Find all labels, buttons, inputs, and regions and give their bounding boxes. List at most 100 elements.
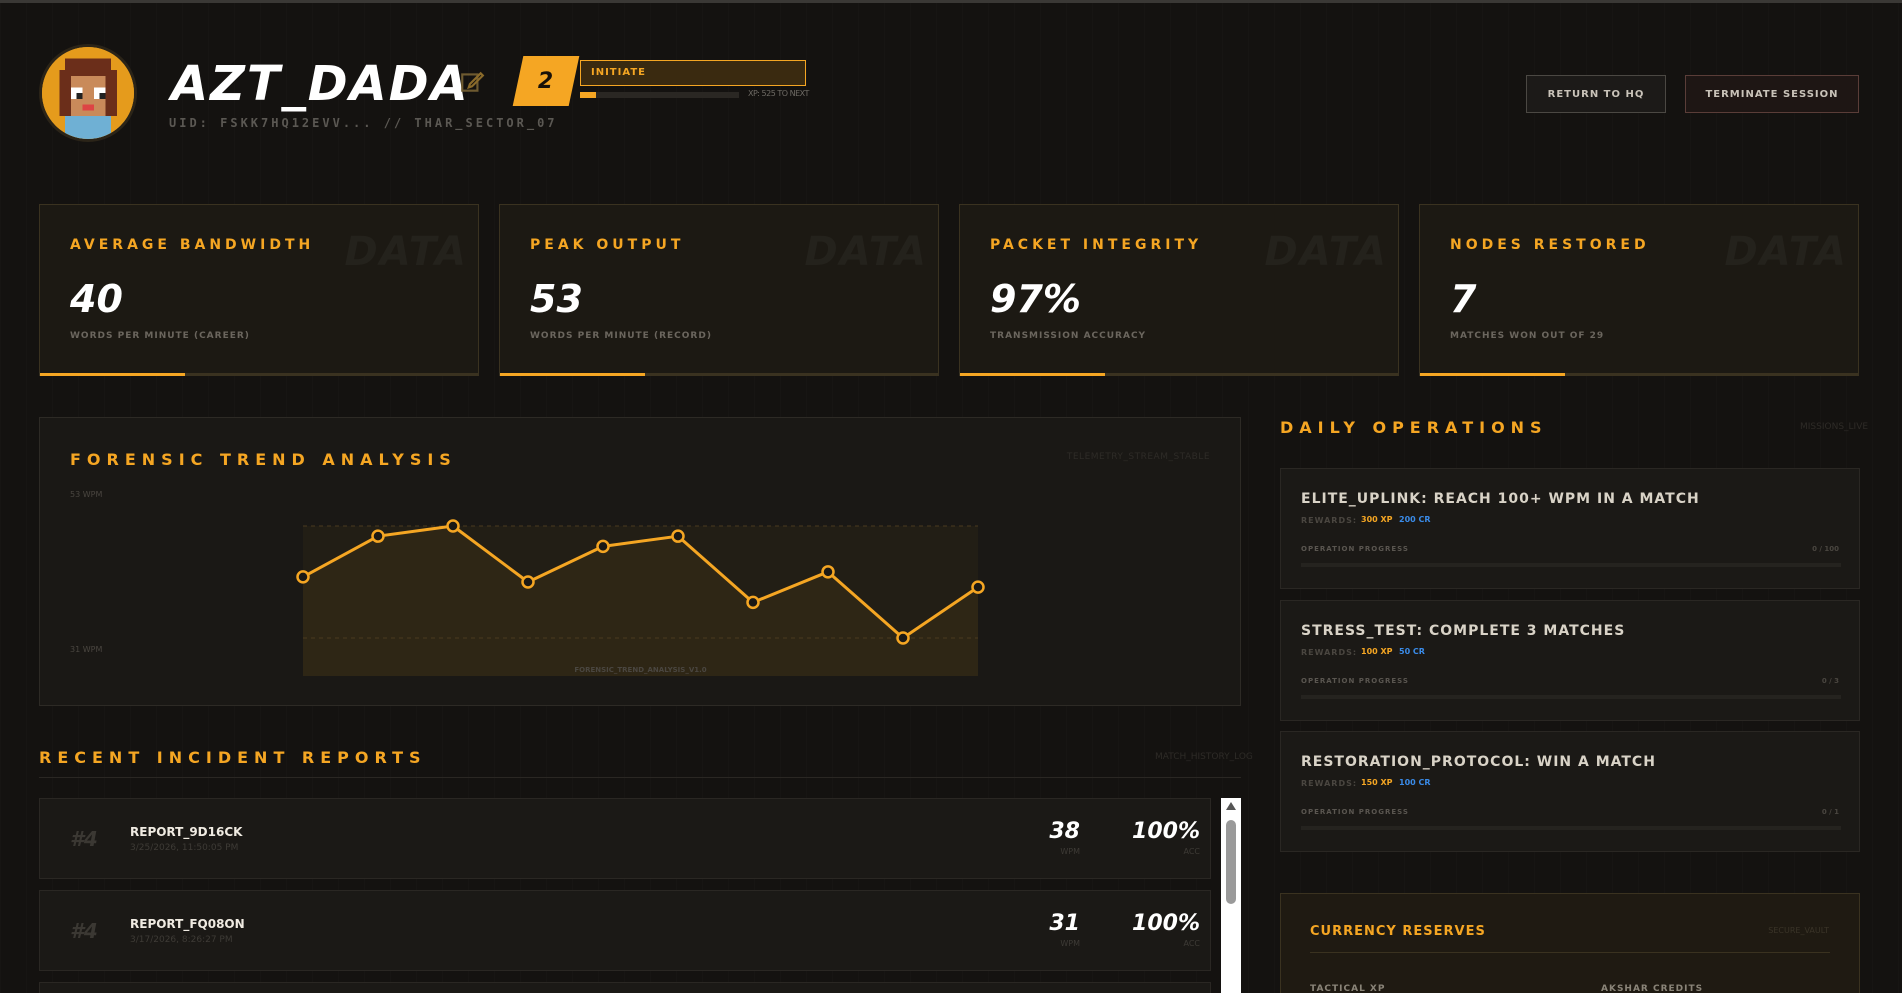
operation-card[interactable]: RESTORATION_PROTOCOL: WIN A MATCH REWARD… (1280, 731, 1860, 852)
card-watermark: DATA (345, 229, 468, 275)
stat-card-average-bandwidth: DATA AVERAGE BANDWIDTH 40 WORDS PER MINU… (39, 204, 479, 376)
report-date: 3/17/2026, 8:26:27 PM (130, 935, 233, 945)
window-top-border (0, 0, 1902, 3)
report-accuracy-label: ACC (1183, 847, 1200, 856)
stat-value: 7 (1450, 277, 1477, 321)
stat-subtitle: WORDS PER MINUTE (RECORD) (530, 331, 712, 341)
stat-subtitle: WORDS PER MINUTE (CAREER) (70, 331, 250, 341)
table-row[interactable]: #4 REPORT_9D16CK 3/25/2026, 11:50:05 PM … (39, 798, 1211, 879)
stat-card-packet-integrity: DATA PACKET INTEGRITY 97% TRANSMISSION A… (959, 204, 1399, 376)
operation-name: RESTORATION_PROTOCOL: WIN A MATCH (1301, 754, 1656, 770)
stat-title: PACKET INTEGRITY (990, 237, 1203, 253)
table-row[interactable] (39, 982, 1211, 993)
report-date: 3/25/2026, 11:50:05 PM (130, 843, 239, 853)
stat-subtitle: MATCHES WON OUT OF 29 (1450, 331, 1605, 341)
currency-tag: SECURE_VAULT (1768, 926, 1829, 935)
progress-label: OPERATION PROGRESS (1301, 677, 1409, 685)
rewards-label: REWARDS: (1301, 516, 1358, 525)
stat-progress-fill (500, 373, 645, 376)
reward-xp: 300 XP (1361, 515, 1393, 524)
card-watermark: DATA (1725, 229, 1848, 275)
akshar-credits-label: AKSHAR CREDITS (1601, 984, 1704, 993)
chart-data-point (521, 575, 535, 589)
daily-operations-tag: MISSIONS_LIVE (1800, 422, 1869, 432)
incident-reports-tag: MATCH_HISTORY_LOG (1155, 752, 1253, 762)
currency-reserves-panel: CURRENCY RESERVES SECURE_VAULT TACTICAL … (1280, 893, 1860, 993)
chart-data-point (746, 595, 760, 610)
progress-label: OPERATION PROGRESS (1301, 808, 1409, 816)
table-row[interactable]: #4 REPORT_FQ08ON 3/17/2026, 8:26:27 PM 3… (39, 890, 1211, 971)
daily-operations-title: DAILY OPERATIONS (1280, 418, 1548, 437)
stat-card-nodes-restored: DATA NODES RESTORED 7 MATCHES WON OUT OF… (1419, 204, 1859, 376)
currency-title: CURRENCY RESERVES (1310, 924, 1486, 939)
chart-y-min-label: 31 WPM (70, 645, 102, 654)
rewards-label: REWARDS: (1301, 648, 1358, 657)
chart-data-point (596, 539, 610, 554)
report-accuracy: 100% (1132, 911, 1200, 936)
report-rank: #4 (70, 827, 98, 851)
stat-title: NODES RESTORED (1450, 237, 1650, 253)
stat-title: PEAK OUTPUT (530, 237, 685, 253)
reward-credits: 50 CR (1399, 647, 1425, 656)
chart-caption: FORENSIC_TREND_ANALYSIS_V1.0 (574, 666, 706, 674)
level-badge: 2 (512, 56, 580, 106)
stat-progress-fill (40, 373, 185, 376)
operation-name: STRESS_TEST: COMPLETE 3 MATCHES (1301, 623, 1626, 639)
player-name: AZT_DADA (171, 56, 470, 112)
report-id: REPORT_9D16CK (130, 825, 243, 839)
operation-card[interactable]: STRESS_TEST: COMPLETE 3 MATCHES REWARDS:… (1280, 600, 1860, 721)
operation-progress-bar (1301, 826, 1841, 830)
reward-credits: 200 CR (1399, 515, 1431, 524)
progress-label: OPERATION PROGRESS (1301, 545, 1409, 553)
terminate-session-button[interactable]: TERMINATE SESSION (1685, 75, 1859, 113)
stat-progress-bar (40, 373, 478, 376)
operation-progress-bar (1301, 695, 1841, 699)
divider (39, 777, 1241, 778)
stat-card-peak-output: DATA PEAK OUTPUT 53 WORDS PER MINUTE (RE… (499, 204, 939, 376)
stat-value: 40 (70, 277, 123, 321)
operation-name: ELITE_UPLINK: REACH 100+ WPM IN A MATCH (1301, 491, 1700, 507)
report-wpm: 38 (1049, 819, 1080, 844)
level-number: 2 (538, 68, 554, 94)
avatar[interactable] (39, 44, 137, 142)
incident-reports-title: RECENT INCIDENT REPORTS (39, 748, 427, 767)
stat-subtitle: TRANSMISSION ACCURACY (990, 331, 1147, 341)
return-to-hq-button[interactable]: RETURN TO HQ (1526, 75, 1666, 113)
report-wpm: 31 (1049, 911, 1080, 936)
profile-header: AZT_DADA UID: FSKK7HQ12EVV... // THAR_SE… (39, 44, 1859, 149)
operation-card[interactable]: ELITE_UPLINK: REACH 100+ WPM IN A MATCH … (1280, 468, 1860, 589)
stat-progress-bar (960, 373, 1398, 376)
trend-chart: 53 WPM 31 WPM FORENSIC_TREND_ANALYSIS_V1.0 (70, 490, 985, 676)
rewards-label: REWARDS: (1301, 779, 1358, 788)
reward-xp: 100 XP (1361, 647, 1393, 656)
chart-y-max-label: 53 WPM (70, 490, 102, 499)
rank-label: INITIATE (580, 60, 806, 86)
chart-data-point (371, 529, 385, 543)
reward-credits: 100 CR (1399, 778, 1431, 787)
progress-value: 0 / 100 (1812, 545, 1839, 553)
xp-progress-fill (580, 92, 596, 98)
report-wpm-label: WPM (1060, 847, 1080, 856)
report-accuracy-label: ACC (1183, 939, 1200, 948)
stat-progress-fill (1420, 373, 1565, 376)
stat-progress-bar (500, 373, 938, 376)
chart-data-point (821, 565, 835, 579)
chart-data-point (671, 529, 685, 543)
pixel-avatar-icon (42, 47, 134, 139)
operation-progress-bar (1301, 563, 1841, 567)
stat-title: AVERAGE BANDWIDTH (70, 237, 315, 253)
scroll-up-icon[interactable] (1226, 802, 1236, 810)
edit-icon[interactable] (459, 69, 485, 95)
divider (1310, 952, 1830, 953)
stat-progress-bar (1420, 373, 1858, 376)
report-accuracy: 100% (1132, 819, 1200, 844)
stat-value: 53 (530, 277, 583, 321)
card-watermark: DATA (805, 229, 928, 275)
incident-scrollbar[interactable] (1221, 798, 1241, 993)
chart-data-point (896, 631, 910, 645)
tactical-xp-label: TACTICAL XP (1310, 984, 1386, 993)
progress-value: 0 / 3 (1821, 677, 1839, 685)
chart-data-point (446, 519, 460, 533)
trend-panel: FORENSIC TREND ANALYSIS TELEMETRY_STREAM… (39, 417, 1241, 706)
scrollbar-thumb[interactable] (1226, 820, 1236, 904)
